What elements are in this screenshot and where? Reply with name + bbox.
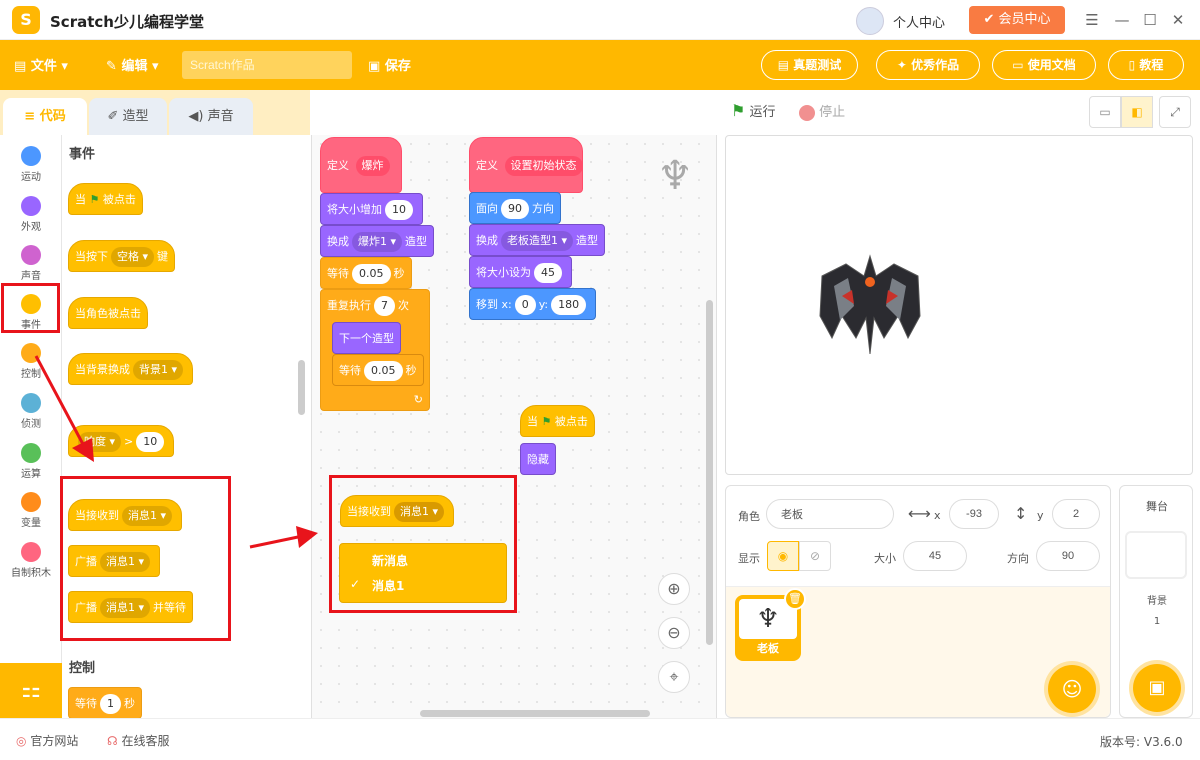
- backdrop-count: 1: [1153, 616, 1161, 627]
- official-website-link[interactable]: ◎ 官方网站: [16, 732, 78, 749]
- stage-thumbnail[interactable]: [1125, 531, 1187, 579]
- x-label: x: [934, 509, 941, 522]
- run-label: 运行: [749, 105, 776, 120]
- boss-sprite[interactable]: [814, 246, 926, 356]
- green-flag-icon: ⚑: [731, 101, 746, 120]
- customer-service-link[interactable]: ☊ 在线客服: [107, 732, 170, 749]
- stop-button[interactable]: 停止: [799, 101, 845, 121]
- planet-icon: ◎: [16, 734, 27, 748]
- stage-title: 舞台: [1146, 500, 1168, 513]
- service-label: 在线客服: [121, 734, 170, 748]
- stop-label: 停止: [819, 105, 846, 120]
- stage-header: ⚑ 运行 停止 ▭ ◧ ⤢: [717, 90, 1200, 135]
- sprite-list: ♆ 老板 🗑 ☺: [726, 586, 1110, 717]
- arrow-head: [296, 526, 318, 548]
- y-input[interactable]: [1052, 499, 1100, 529]
- sprite-label: 角色: [738, 510, 760, 523]
- delete-sprite-icon[interactable]: 🗑: [784, 588, 806, 610]
- arrow-line: [34, 355, 87, 449]
- headset-icon: ☊: [107, 734, 118, 748]
- size-input[interactable]: [903, 541, 967, 571]
- sprite-info-panel: 角色 ⟷ x ↕ y 显示 ◉ ⊘ 大小 方向 ♆ 老板 🗑 ☺: [725, 485, 1111, 718]
- vertical-arrow-icon: ↕: [1014, 504, 1028, 523]
- website-label: 官方网站: [30, 734, 79, 748]
- arrow-line: [249, 535, 299, 549]
- add-sprite-icon[interactable]: ☺: [1048, 665, 1096, 713]
- backdrop-label: 背景: [1147, 596, 1167, 607]
- stage-panel: 舞台 背景 1 ▣: [1119, 485, 1193, 718]
- sprite-name-input[interactable]: [766, 499, 894, 529]
- version-number: 版本号: V3.6.0: [1100, 735, 1183, 749]
- show-eye-icon[interactable]: ◉: [767, 541, 799, 571]
- stop-icon: [799, 104, 815, 121]
- show-label: 显示: [738, 552, 760, 565]
- direction-input[interactable]: [1036, 541, 1100, 571]
- x-input[interactable]: [949, 499, 999, 529]
- add-backdrop-icon[interactable]: ▣: [1133, 664, 1181, 712]
- status-bar: ◎ 官方网站 ☊ 在线客服 版本号: V3.6.0: [0, 718, 1200, 760]
- small-stage-icon[interactable]: ▭: [1089, 96, 1121, 128]
- stage-canvas[interactable]: [725, 135, 1193, 475]
- sprite-tile-name: 老板: [757, 642, 779, 655]
- direction-label: 方向: [1007, 552, 1029, 565]
- size-label: 大小: [874, 552, 896, 565]
- run-button[interactable]: ⚑ 运行: [731, 101, 776, 120]
- normal-stage-icon[interactable]: ◧: [1121, 96, 1153, 128]
- horizontal-arrow-icon: ⟷: [908, 504, 931, 523]
- fullscreen-icon[interactable]: ⤢: [1159, 96, 1191, 128]
- hide-eye-icon[interactable]: ⊘: [799, 541, 831, 571]
- y-label: y: [1037, 509, 1044, 522]
